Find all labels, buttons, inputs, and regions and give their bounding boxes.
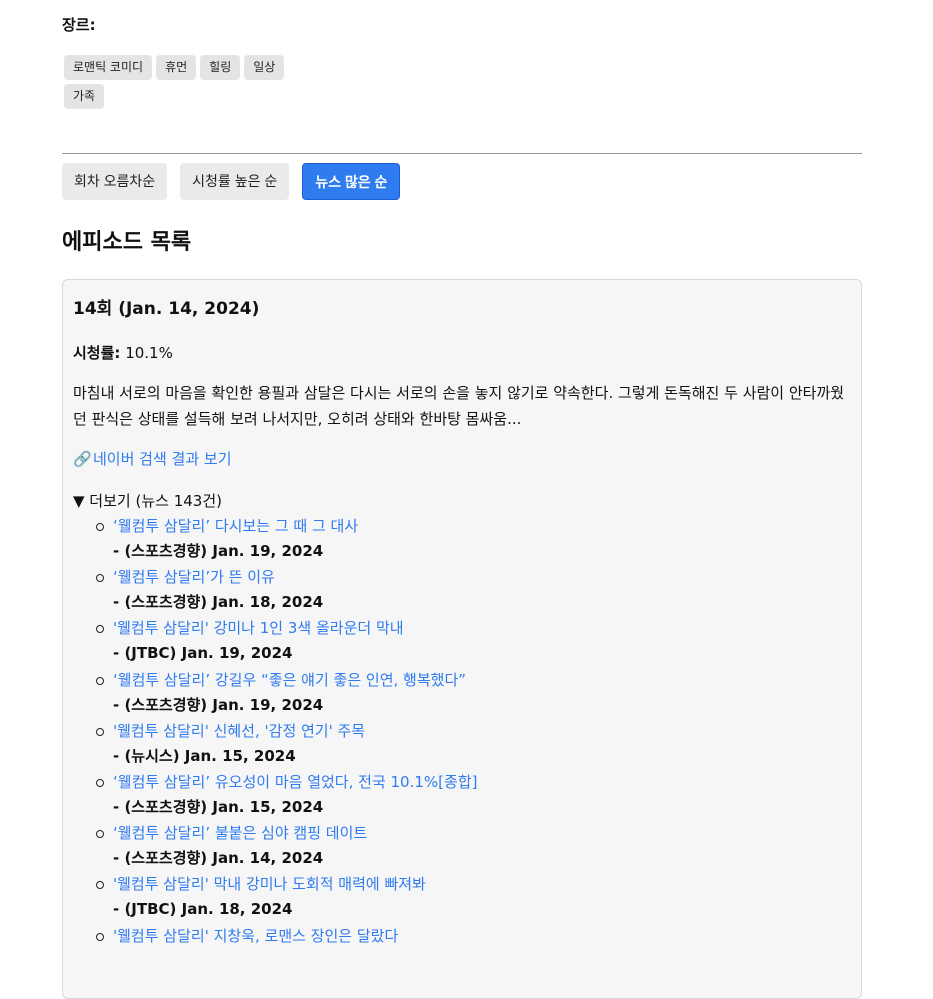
news-item: ‘웰컴투 삼달리’ 유오성이 마음 열었다, 전국 10.1%[종합] - (스포… [93,772,477,823]
rating-value: 10.1% [125,344,173,362]
genre-tag: 휴먼 [156,55,197,80]
news-item: '웰컴투 삼달리' 신혜선, '감정 연기' 주목 - (뉴시스) Jan. 15… [93,721,477,772]
episode-card: 14회 (Jan. 14, 2024) 시청률: 10.1% 마침내 서로의 마… [62,279,862,999]
news-title-link[interactable]: ‘웰컴투 삼달리’ 다시보는 그 때 그 대사 [113,516,477,541]
news-source-date: - (스포츠경향) Jan. 19, 2024 [113,542,324,560]
section-divider [62,153,862,154]
sort-rating-desc-button[interactable]: 시청률 높은 순 [180,163,290,200]
naver-link-label: 네이버 검색 결과 보기 [93,450,232,468]
news-title-link[interactable]: ‘웰컴투 삼달리’가 뜬 이유 [113,567,477,592]
news-item: '웰컴투 삼달리' 강미나 1인 3색 올라운더 막내 - (JTBC) Jan.… [93,618,477,669]
news-item: ‘웰컴투 삼달리’ 강길우 “좋은 얘기 좋은 인연, 행복했다” - (스포츠경… [93,670,477,721]
genre-label: 장르: [62,16,96,34]
genre-tag-list: 로맨틱 코미디 휴먼 힐링 일상 가족 [64,55,324,109]
rating-label: 시청률: [73,344,121,362]
news-list: ‘웰컴투 삼달리’ 다시보는 그 때 그 대사 - (스포츠경향) Jan. 19… [93,516,477,977]
episode-rating: 시청률: 10.1% [73,342,173,363]
episode-list-title: 에피소드 목록 [62,230,192,255]
genre-tag: 일상 [244,55,285,80]
genre-tag: 가족 [64,84,105,109]
news-source-date: - (스포츠경향) Jan. 14, 2024 [113,849,324,868]
news-title-link[interactable]: '웰컴투 삼달리' 지창욱, 로맨스 장인은 달랐다 [113,926,477,951]
news-source-date: - (스포츠경향) Jan. 15, 2024 [113,797,324,816]
news-item: ‘웰컴투 삼달리’가 뜬 이유 - (스포츠경향) Jan. 18, 2024 [93,567,477,618]
news-source-date: - (뉴시스) Jan. 15, 2024 [113,746,296,765]
genre-tag: 로맨틱 코미디 [64,55,153,80]
news-source-date: - (JTBC) Jan. 18, 2024 [113,900,293,919]
sort-button-group: 회차 오름차순 시청률 높은 순 뉴스 많은 순 [62,163,401,200]
link-icon: 🔗 [73,450,92,468]
genre-tag: 힐링 [200,55,241,80]
news-title-link[interactable]: ‘웰컴투 삼달리’ 유오성이 마음 열었다, 전국 10.1%[종합] [113,772,477,797]
news-title-link[interactable]: '웰컴투 삼달리' 신혜선, '감정 연기' 주목 [113,721,477,746]
news-title-link[interactable]: '웰컴투 삼달리' 강미나 1인 3색 올라운더 막내 [113,618,477,643]
news-item: ‘웰컴투 삼달리’ 다시보는 그 때 그 대사 - (스포츠경향) Jan. 19… [93,516,477,567]
sort-episode-asc-button[interactable]: 회차 오름차순 [62,163,168,200]
episode-summary: 마침내 서로의 마음을 확인한 용필과 삼달은 다시는 서로의 손을 놓지 않기… [73,384,845,428]
news-item: '웰컴투 삼달리' 막내 강미나 도회적 매력에 빠져봐 - (JTBC) Jan… [93,874,477,925]
more-toggle[interactable]: ▼ 더보기 (뉴스 143건) [73,490,222,511]
news-source-date: - (JTBC) Jan. 19, 2024 [113,644,293,663]
news-item: ‘웰컴투 삼달리’ 불붙은 심야 캠핑 데이트 - (스포츠경향) Jan. 14… [93,823,477,874]
news-source-date: - (스포츠경향) Jan. 19, 2024 [113,695,324,714]
news-title-link[interactable]: ‘웰컴투 삼달리’ 불붙은 심야 캠핑 데이트 [113,823,477,848]
sort-news-desc-button[interactable]: 뉴스 많은 순 [302,163,401,200]
news-item: '웰컴투 삼달리' 지창욱, 로맨스 장인은 달랐다 [93,926,477,977]
news-title-link[interactable]: '웰컴투 삼달리' 막내 강미나 도회적 매력에 빠져봐 [113,874,477,899]
naver-search-link[interactable]: 🔗네이버 검색 결과 보기 [73,448,232,469]
news-source-date: - (스포츠경향) Jan. 18, 2024 [113,593,324,612]
episode-title: 14회 (Jan. 14, 2024) [73,299,260,319]
news-title-link[interactable]: ‘웰컴투 삼달리’ 강길우 “좋은 얘기 좋은 인연, 행복했다” [113,670,477,695]
